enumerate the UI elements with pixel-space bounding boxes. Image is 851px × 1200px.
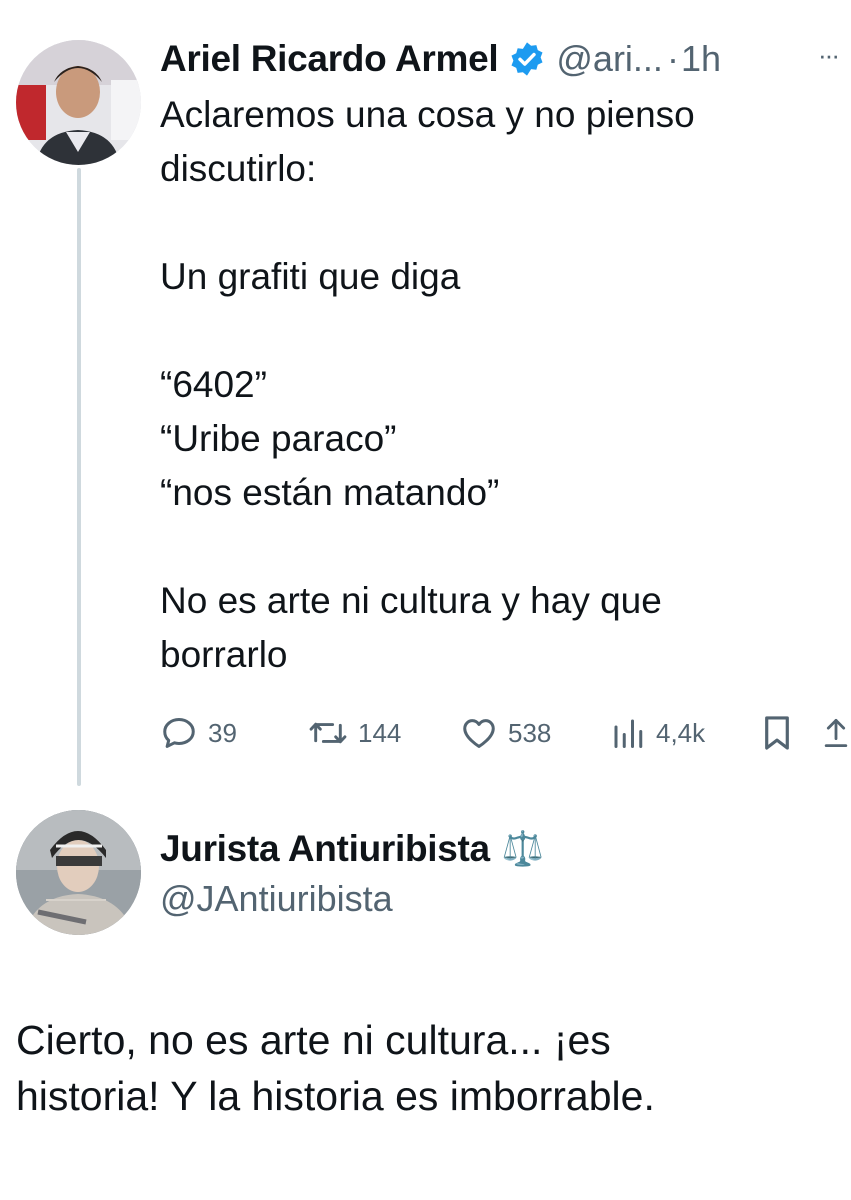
reply-header: Jurista Antiuribista ⚖️ (160, 824, 544, 874)
retweet-button[interactable]: 144 (308, 712, 401, 754)
reply-text: Cierto, no es arte ni cultura... ¡es his… (16, 1017, 655, 1119)
avatar[interactable] (16, 40, 141, 165)
tweet-text: Aclaremos una cosa y no pienso discutirl… (160, 94, 695, 675)
reply-avatar[interactable] (16, 810, 141, 935)
reply-avatar-photo (16, 810, 141, 935)
share-button[interactable] (822, 712, 850, 754)
bookmark-button[interactable] (760, 712, 794, 754)
verified-badge-icon (508, 40, 546, 78)
retweet-count: 144 (358, 717, 402, 748)
avatar-photo (16, 40, 141, 165)
share-icon (822, 714, 850, 752)
tweet-header: Ariel Ricardo Armel @ari... · 1h (160, 34, 721, 84)
like-count: 538 (508, 717, 552, 748)
time-separator: · (666, 38, 679, 79)
thread-line (77, 168, 81, 786)
reply-icon (160, 714, 198, 752)
more-icon[interactable]: ··· (818, 40, 840, 71)
like-icon (460, 714, 498, 752)
reply-button[interactable]: 39 (160, 712, 237, 754)
author-handle[interactable]: @ari... (556, 38, 663, 80)
bookmark-icon (760, 714, 794, 752)
author-name[interactable]: Ariel Ricardo Armel (160, 38, 499, 80)
views-count: 4,4k (656, 717, 706, 748)
reply-author-handle[interactable]: @JAntiuribista (160, 878, 393, 920)
tweet-time[interactable]: 1h (681, 38, 721, 80)
views-button[interactable]: 4,4k (610, 712, 705, 754)
views-icon (610, 714, 646, 752)
reply-author-name[interactable]: Jurista Antiuribista (160, 828, 490, 870)
reply-count: 39 (208, 717, 237, 748)
scales-icon: ⚖️ (501, 829, 545, 869)
like-button[interactable]: 538 (460, 712, 551, 754)
retweet-icon (308, 714, 348, 752)
